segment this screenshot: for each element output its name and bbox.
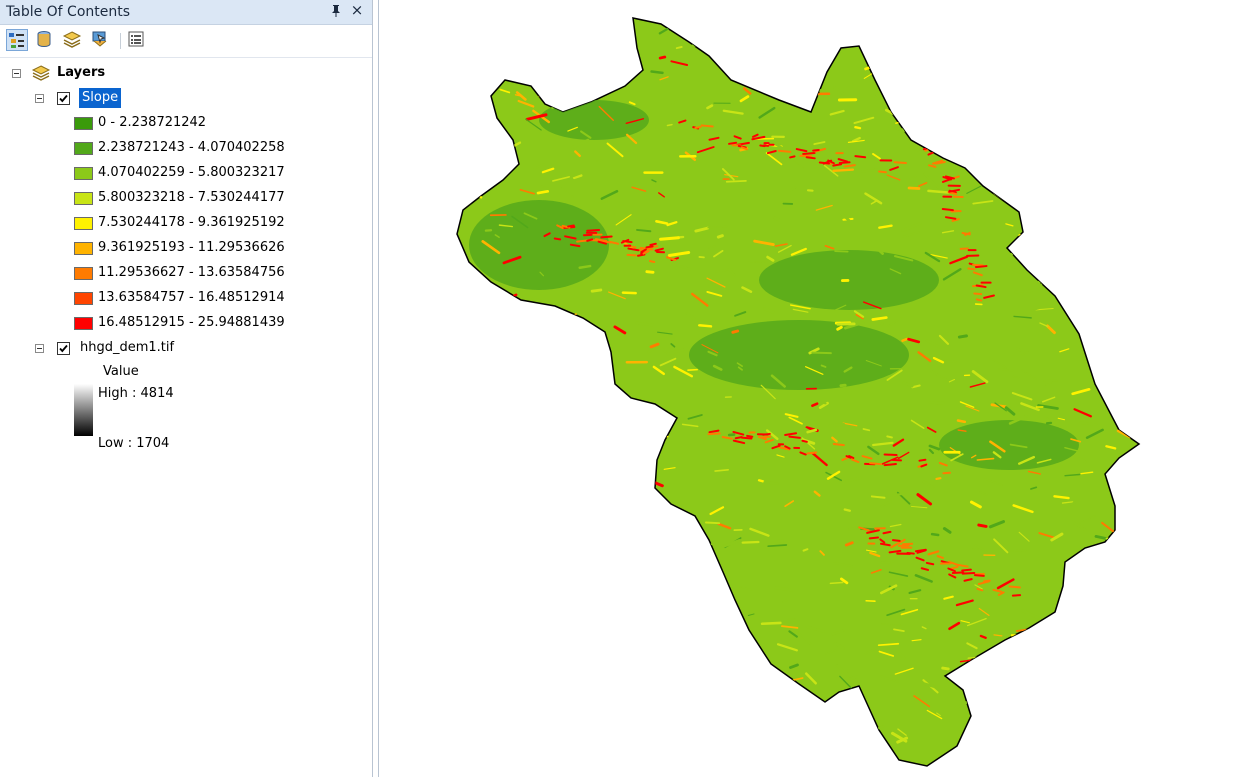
slope-class-swatch[interactable] <box>74 142 93 155</box>
layer-row-dem[interactable]: hhgd_dem1.tif <box>0 338 372 358</box>
slope-class-row[interactable]: 2.238721243 - 4.070402258 <box>0 138 372 158</box>
dem-low-row: Low : 1704 <box>0 434 372 454</box>
slope-class-label: 5.800323218 - 7.530244177 <box>98 188 285 208</box>
slope-class-row[interactable]: 11.29536627 - 13.63584756 <box>0 263 372 283</box>
map-view[interactable] <box>378 0 1234 777</box>
slope-class-swatch[interactable] <box>74 317 93 330</box>
list-by-selection-icon[interactable] <box>90 29 112 51</box>
toc-title: Table Of Contents <box>6 4 130 20</box>
slope-class-label: 2.238721243 - 4.070402258 <box>98 138 285 158</box>
slope-class-label: 11.29536627 - 13.63584756 <box>98 263 285 283</box>
slope-class-label: 7.530244178 - 9.361925192 <box>98 213 285 233</box>
slope-visibility-checkbox[interactable] <box>57 92 70 105</box>
slope-class-row[interactable]: 16.48512915 - 25.94881439 <box>0 313 372 333</box>
slope-class-row[interactable]: 0 - 2.238721242 <box>0 113 372 133</box>
slope-class-row[interactable]: 9.361925193 - 11.29536626 <box>0 238 372 258</box>
slope-class-swatch[interactable] <box>74 267 93 280</box>
layer-name-dem[interactable]: hhgd_dem1.tif <box>80 338 174 358</box>
slope-class-row[interactable]: 7.530244178 - 9.361925192 <box>0 213 372 233</box>
options-icon[interactable] <box>126 29 148 51</box>
slope-class-row[interactable]: 5.800323218 - 7.530244177 <box>0 188 372 208</box>
slope-class-swatch[interactable] <box>74 217 93 230</box>
collapse-slope-icon[interactable] <box>35 94 44 103</box>
layers-root-row[interactable]: Layers <box>0 63 372 83</box>
dem-visibility-checkbox[interactable] <box>57 342 70 355</box>
dem-high-label: High : 4814 <box>98 384 174 404</box>
list-by-source-icon[interactable] <box>34 29 56 51</box>
slope-class-row[interactable]: 4.070402259 - 5.800323217 <box>0 163 372 183</box>
toc-toolbar <box>0 25 372 58</box>
list-by-drawing-order-icon[interactable] <box>6 29 28 51</box>
slope-class-label: 0 - 2.238721242 <box>98 113 206 133</box>
toolbar-separator <box>120 33 121 49</box>
slope-class-swatch[interactable] <box>74 167 93 180</box>
layer-row-slope[interactable]: Slope <box>0 88 372 108</box>
close-icon[interactable]: × <box>350 2 364 18</box>
slope-class-swatch[interactable] <box>74 192 93 205</box>
toc-title-bar: Table Of Contents × <box>0 0 372 25</box>
slope-class-label: 16.48512915 - 25.94881439 <box>98 313 285 333</box>
slope-class-label: 9.361925193 - 11.29536626 <box>98 238 285 258</box>
layers-icon <box>31 64 51 89</box>
dem-low-label: Low : 1704 <box>98 434 169 454</box>
collapse-layers-icon[interactable] <box>12 69 21 78</box>
table-of-contents-panel: Table Of Contents × <box>0 0 373 777</box>
layer-name-slope[interactable]: Slope <box>79 88 121 108</box>
slope-raster-map[interactable] <box>379 0 1234 777</box>
slope-class-label: 4.070402259 - 5.800323217 <box>98 163 285 183</box>
dem-value-heading: Value <box>103 362 139 382</box>
slope-class-swatch[interactable] <box>74 242 93 255</box>
dem-high-row: High : 4814 <box>0 384 372 404</box>
slope-class-swatch[interactable] <box>74 292 93 305</box>
slope-class-label: 13.63584757 - 16.48512914 <box>98 288 285 308</box>
layers-label: Layers <box>57 63 105 83</box>
dem-value-heading-row: Value <box>0 362 372 382</box>
pin-icon[interactable] <box>330 4 342 18</box>
list-by-visibility-icon[interactable] <box>62 29 84 51</box>
slope-class-swatch[interactable] <box>74 117 93 130</box>
slope-class-row[interactable]: 13.63584757 - 16.48512914 <box>0 288 372 308</box>
collapse-dem-icon[interactable] <box>35 344 44 353</box>
